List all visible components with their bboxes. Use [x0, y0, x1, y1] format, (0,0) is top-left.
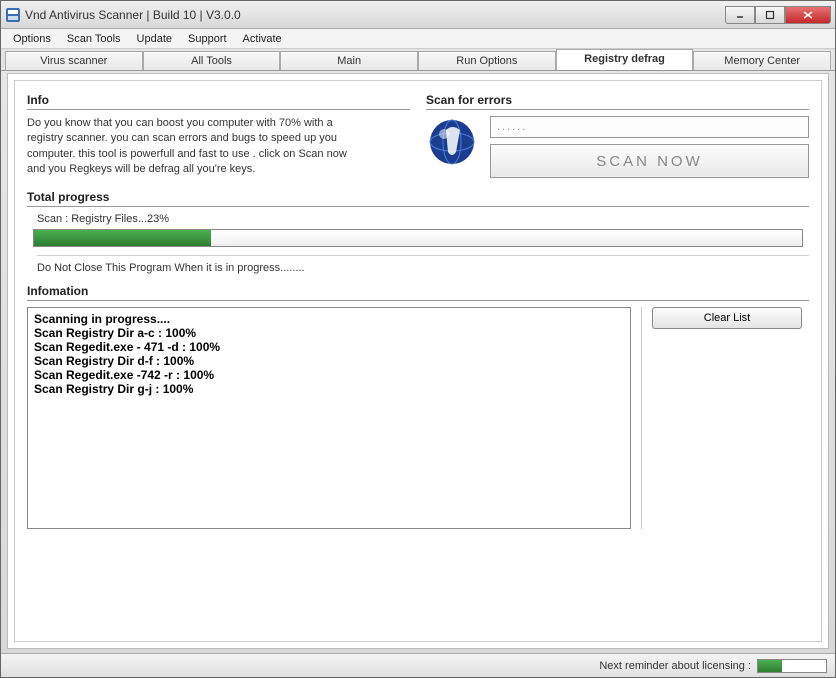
scan-now-button[interactable]: SCAN NOW — [490, 144, 809, 178]
scan-group: Scan for errors ...... SCAN NOW — [426, 93, 809, 178]
status-label: Next reminder about licensing : — [599, 660, 751, 672]
app-window: Vnd Antivirus Scanner | Build 10 | V3.0.… — [0, 0, 836, 678]
progress-label: Scan : Registry Files...23% — [37, 213, 809, 225]
tabstrip: Virus scanner All Tools Main Run Options… — [1, 49, 835, 71]
inner-panel: Info Do you know that you can boost you … — [14, 80, 822, 642]
log-line: Scan Regedit.exe - 471 -d : 100% — [34, 340, 624, 354]
status-progress — [757, 659, 827, 673]
minimize-button[interactable] — [725, 6, 755, 24]
tab-main[interactable]: Main — [280, 51, 418, 70]
progress-fill — [34, 230, 211, 246]
menu-scan-tools[interactable]: Scan Tools — [59, 31, 129, 47]
globe-icon — [426, 116, 478, 168]
window-controls — [725, 6, 831, 24]
scan-title: Scan for errors — [426, 93, 809, 110]
tab-registry-defrag[interactable]: Registry defrag — [556, 49, 694, 70]
status-fill — [758, 660, 782, 672]
menu-activate[interactable]: Activate — [235, 31, 290, 47]
info-group: Info Do you know that you can boost you … — [27, 93, 410, 178]
log-group: Infomation Scanning in progress.... Scan… — [27, 284, 809, 529]
menu-support[interactable]: Support — [180, 31, 235, 47]
tab-all-tools[interactable]: All Tools — [143, 51, 281, 70]
info-title: Info — [27, 93, 410, 110]
progress-title: Total progress — [27, 190, 809, 207]
log-title: Infomation — [27, 284, 809, 301]
scan-status-label: ...... — [490, 116, 809, 138]
log-line: Scanning in progress.... — [34, 312, 624, 326]
progress-note: Do Not Close This Program When it is in … — [37, 255, 809, 274]
app-icon — [5, 7, 21, 23]
window-title: Vnd Antivirus Scanner | Build 10 | V3.0.… — [25, 8, 725, 22]
progress-bar — [33, 229, 803, 247]
progress-group: Total progress Scan : Registry Files...2… — [27, 190, 809, 274]
titlebar[interactable]: Vnd Antivirus Scanner | Build 10 | V3.0.… — [1, 1, 835, 29]
log-line: Scan Registry Dir a-c : 100% — [34, 326, 624, 340]
menu-options[interactable]: Options — [5, 31, 59, 47]
menubar: Options Scan Tools Update Support Activa… — [1, 29, 835, 49]
maximize-button[interactable] — [755, 6, 785, 24]
close-button[interactable] — [785, 6, 831, 24]
info-text: Do you know that you can boost you compu… — [27, 116, 347, 178]
log-sidecol: Clear List — [641, 307, 809, 529]
tab-memory-center[interactable]: Memory Center — [693, 51, 831, 70]
log-box[interactable]: Scanning in progress.... Scan Registry D… — [27, 307, 631, 529]
log-line: Scan Regedit.exe -742 -r : 100% — [34, 368, 624, 382]
log-line: Scan Registry Dir d-f : 100% — [34, 354, 624, 368]
content-panel: Info Do you know that you can boost you … — [7, 73, 829, 649]
log-line: Scan Registry Dir g-j : 100% — [34, 382, 624, 396]
top-row: Info Do you know that you can boost you … — [27, 93, 809, 178]
menu-update[interactable]: Update — [129, 31, 180, 47]
tab-run-options[interactable]: Run Options — [418, 51, 556, 70]
tab-virus-scanner[interactable]: Virus scanner — [5, 51, 143, 70]
clear-list-button[interactable]: Clear List — [652, 307, 802, 329]
statusbar: Next reminder about licensing : — [1, 653, 835, 677]
